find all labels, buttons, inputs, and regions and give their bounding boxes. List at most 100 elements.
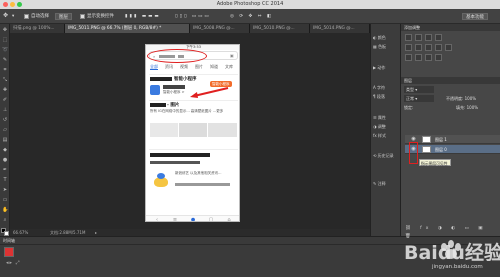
eraser-tool-icon[interactable]: ▱ <box>2 127 8 133</box>
opacity-field[interactable]: 不透明度: 100% <box>446 95 476 102</box>
history-brush-tool-icon[interactable]: ↺ <box>2 117 8 123</box>
distribute-buttons[interactable]: ▯▯▯ ▭▭▭ <box>175 13 211 20</box>
gradient-map-adjust-icon[interactable] <box>435 54 442 61</box>
auto-select-checkbox[interactable] <box>24 14 29 19</box>
panel-notes[interactable]: ✎ 注释 <box>373 180 399 187</box>
layer-name[interactable]: 图层 0 <box>435 145 447 154</box>
layer-row[interactable]: ◉ 图层 0 <box>405 145 500 154</box>
divider <box>149 100 238 101</box>
panel-swatches[interactable]: ▦ 色板 <box>373 43 399 50</box>
layer-thumbnail <box>422 136 431 143</box>
panel-properties[interactable]: ☰ 属性 <box>373 114 399 121</box>
brush-tool-icon[interactable]: ✐ <box>2 97 8 103</box>
panel-paragraph[interactable]: ¶ 段落 <box>373 93 399 100</box>
threshold-adjust-icon[interactable] <box>425 54 432 61</box>
mini-program-name-redacted <box>163 85 185 89</box>
quick-select-tool-icon[interactable]: ✎ <box>2 57 8 63</box>
layer-row[interactable]: ◉ 图层 1 <box>405 135 500 144</box>
tab-document-5[interactable]: IMG_5014.PNG @... <box>310 24 370 33</box>
tab-document-4[interactable]: IMG_5010.PNG @... <box>250 24 310 33</box>
adjustments-header: 添加调整 <box>401 24 500 31</box>
tab-document-2[interactable]: IMG_5011.PNG @ 66.7% (图层 0, RGB/8#) * <box>65 24 190 33</box>
home-icon: ⌂ <box>227 217 231 222</box>
panel-history[interactable]: ⟲ 历史记录 <box>373 152 399 159</box>
color-balance-adjust-icon[interactable] <box>425 44 432 51</box>
marquee-tool-icon[interactable]: ⬚ <box>2 37 8 43</box>
divider <box>149 74 238 75</box>
hue-adjust-icon[interactable] <box>415 44 422 51</box>
vibrance-adjust-icon[interactable] <box>405 44 412 51</box>
result-3-title-redacted <box>150 153 210 157</box>
panel-adjustments[interactable]: ◑ 调整 <box>373 123 399 130</box>
image-section-title-redacted <box>150 103 166 107</box>
brightness-adjust-icon[interactable] <box>405 34 412 41</box>
panel-styles[interactable]: fx 样式 <box>373 132 399 139</box>
tab-document-3[interactable]: IMG_5008.PNG @... <box>190 24 250 33</box>
close-window-icon[interactable] <box>3 2 8 7</box>
zoom-tool-icon[interactable]: ⌕ <box>2 217 8 223</box>
shape-tool-icon[interactable]: ▭ <box>2 197 8 203</box>
dodge-tool-icon[interactable]: ● <box>2 157 8 163</box>
exposure-adjust-icon[interactable] <box>435 34 442 41</box>
result-3-meta-redacted <box>175 183 230 186</box>
panel-character[interactable]: A 字符 <box>373 84 399 91</box>
lasso-tool-icon[interactable]: ➰ <box>2 47 8 53</box>
move-tool-icon[interactable]: ✥ <box>2 27 8 33</box>
tabs-icon: ▢ <box>208 217 214 222</box>
bw-adjust-icon[interactable] <box>435 44 442 51</box>
type-tool-icon[interactable]: T <box>2 177 8 183</box>
gradient-tool-icon[interactable]: ▤ <box>2 137 8 143</box>
layers-header: 图层 <box>401 77 500 84</box>
camera-icon: ▣ <box>230 53 234 58</box>
panel-color[interactable]: ◐ 颜色 <box>373 34 399 41</box>
zoom-level[interactable]: 66.67% <box>13 229 28 236</box>
healing-brush-tool-icon[interactable]: ✚ <box>2 87 8 93</box>
status-menu-arrow[interactable]: ▸ <box>95 229 97 236</box>
tool-preset-dropdown[interactable]: ▾ <box>12 13 14 20</box>
hand-tool-icon[interactable]: ✋ <box>2 207 8 213</box>
mini-program-icon <box>150 85 160 95</box>
mini-program-title: 智能小程序 <box>174 77 197 82</box>
move-tool-icon[interactable]: ✥ <box>3 12 8 19</box>
crop-tool-icon[interactable]: ⌗ <box>2 67 8 73</box>
image-thumbnail-1 <box>150 123 178 137</box>
curves-adjust-icon[interactable] <box>425 34 432 41</box>
phone-tab-images: 图片 <box>195 64 203 69</box>
fill-field[interactable]: 填充: 100% <box>456 104 478 111</box>
tab-document-1[interactable]: 扫描.png @ 100%... <box>10 24 65 33</box>
auto-select-dropdown[interactable]: 图层 <box>55 13 72 20</box>
layer-filter-kind[interactable]: 类型 ▾ <box>404 86 434 93</box>
photo-filter-adjust-icon[interactable] <box>445 44 452 51</box>
auto-select-label: 自动选择 <box>31 14 49 19</box>
layer-name[interactable]: 图层 1 <box>435 135 447 144</box>
document-status-bar: 66.67% 文档:2.88M/5.71M ▸ <box>10 229 370 236</box>
posterize-adjust-icon[interactable] <box>415 54 422 61</box>
menu-icon: ≡ <box>172 217 178 222</box>
invert-adjust-icon[interactable] <box>405 54 412 61</box>
minimize-window-icon[interactable] <box>10 2 15 7</box>
watermark-text: Baidu经验 <box>404 242 500 264</box>
path-select-tool-icon[interactable]: ➤ <box>2 187 8 193</box>
right-panel: 添加调整 图层 类型 ▾ 正常 ▾ 不透明度: 100% 锁定: 填充: 100… <box>400 24 500 236</box>
timeline-controls[interactable]: ◂▸ ⤢ <box>6 260 21 266</box>
blend-mode-dropdown[interactable]: 正常 ▾ <box>404 95 434 102</box>
workspace-dropdown[interactable]: 基本功能 <box>462 13 488 20</box>
create-video-timeline-icon[interactable] <box>4 247 14 257</box>
result-3-line-redacted <box>150 161 200 164</box>
red-highlight-oval <box>147 49 207 63</box>
phone-tab-zhidao: 知道 <box>210 64 218 69</box>
phone-screenshot[interactable]: 下午3:53 ⌕ ▣ 全部 资讯 视频 图片 知道 文库 智能小程序 智能小程序… <box>145 44 240 222</box>
tooltip: 指示图层可见性 <box>419 159 451 166</box>
pen-tool-icon[interactable]: ✒ <box>2 167 8 173</box>
eyedropper-tool-icon[interactable]: ⤡ <box>2 77 8 83</box>
align-buttons[interactable]: ▮▮▮ ▬▬▬ <box>125 13 161 20</box>
blur-tool-icon[interactable]: ◆ <box>2 147 8 153</box>
mic-icon: ● <box>190 217 196 222</box>
3d-mode-buttons[interactable]: ◎ ⟳ ✥ ⇔ ◧ <box>230 13 273 20</box>
panel-actions[interactable]: ▶ 动作 <box>373 64 399 71</box>
clone-stamp-tool-icon[interactable]: ⊥ <box>2 107 8 113</box>
levels-adjust-icon[interactable] <box>415 34 422 41</box>
maximize-window-icon[interactable] <box>17 2 22 7</box>
show-transform-checkbox[interactable] <box>80 14 85 19</box>
phone-tab-all: 全部 <box>150 64 158 70</box>
